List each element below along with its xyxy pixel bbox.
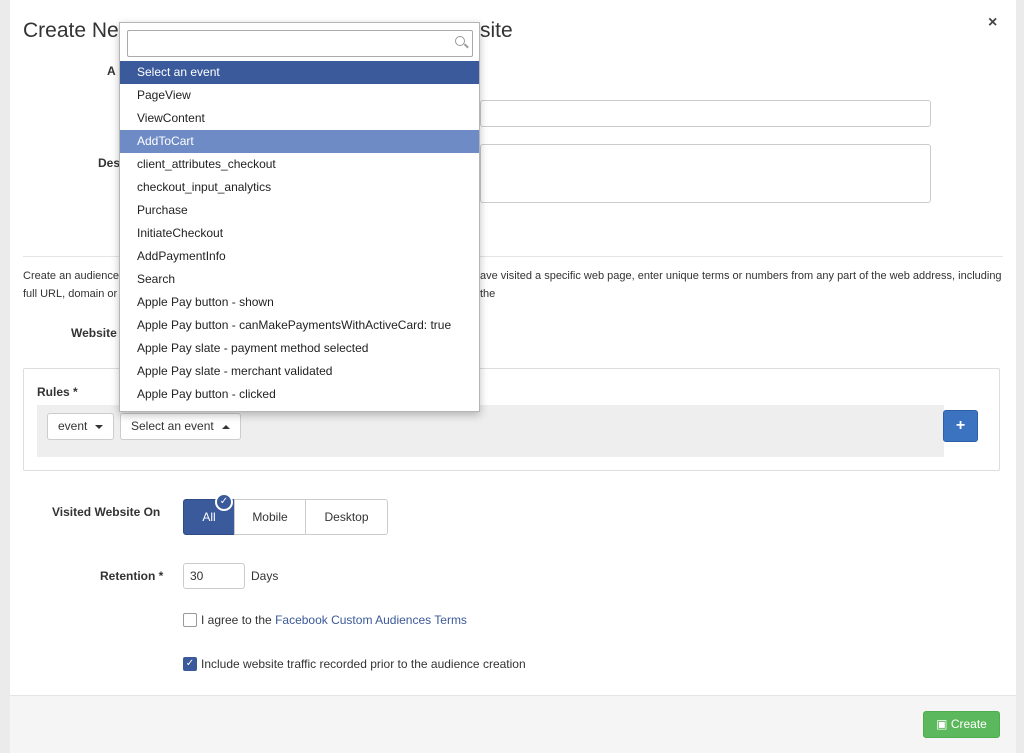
rules-label: Rules *: [37, 385, 78, 399]
event-option[interactable]: Apple Pay slate - payment method selecte…: [120, 337, 479, 360]
description-label: Des: [98, 156, 121, 170]
include-traffic-checkbox[interactable]: ✓: [183, 657, 197, 671]
event-option[interactable]: Apple Pay button - canMakePaymentsWithAc…: [120, 314, 479, 337]
event-option[interactable]: InitiateCheckout: [120, 222, 479, 245]
event-option[interactable]: PageView: [120, 84, 479, 107]
chevron-up-icon: [221, 424, 230, 429]
checkmark-icon: ✓: [215, 493, 233, 511]
modal-title-suffix: site: [480, 19, 513, 42]
create-button[interactable]: ▣ Create: [923, 711, 1000, 738]
event-type-label: event: [58, 419, 88, 433]
chevron-down-icon: [95, 424, 104, 429]
search-icon: [455, 36, 465, 46]
description-textarea[interactable]: [480, 144, 931, 203]
terms-link[interactable]: Facebook Custom Audiences Terms: [275, 613, 467, 627]
help-text-end: ave visited a specific web page, enter u…: [480, 270, 1002, 300]
modal-title: Create Ne: [23, 19, 119, 42]
event-option[interactable]: AddToCart: [120, 130, 479, 153]
add-rule-button[interactable]: +: [943, 410, 978, 442]
event-option[interactable]: checkout_input_analytics: [120, 176, 479, 199]
event-option[interactable]: Apple Pay slate - merchant validated: [120, 360, 479, 383]
audience-name-input[interactable]: [480, 100, 931, 127]
audience-name-label: A: [107, 64, 116, 78]
event-option[interactable]: AddPaymentInfo: [120, 245, 479, 268]
help-text-line2: full URL, domain or p: [23, 288, 127, 300]
event-option[interactable]: Apple Pay button - clicked: [120, 383, 479, 406]
event-option[interactable]: Search: [120, 268, 479, 291]
event-search-input[interactable]: [127, 30, 473, 57]
help-text-start: Create an audience: [23, 270, 120, 282]
modal-footer: ▣ Create: [10, 695, 1016, 753]
save-icon: ▣: [936, 717, 948, 731]
terms-checkbox[interactable]: [183, 613, 197, 627]
select-event-dropdown[interactable]: Select an event: [120, 413, 241, 440]
include-traffic-label: Include website traffic recorded prior t…: [201, 657, 526, 671]
event-option[interactable]: ViewContent: [120, 107, 479, 130]
segment-mobile[interactable]: Mobile: [234, 499, 306, 535]
retention-input[interactable]: 30: [183, 563, 245, 589]
visited-website-label: Visited Website On: [52, 505, 161, 519]
create-label: Create: [950, 717, 987, 731]
event-type-dropdown[interactable]: event: [47, 413, 115, 440]
close-icon[interactable]: ×: [988, 14, 997, 32]
select-event-label: Select an event: [131, 419, 214, 433]
terms-prefix: I agree to the: [201, 613, 276, 627]
event-option[interactable]: Apple Pay button - shown: [120, 291, 479, 314]
retention-label: Retention *: [100, 569, 164, 583]
event-option[interactable]: Purchase: [120, 199, 479, 222]
website-label: Website: [71, 326, 117, 340]
event-option[interactable]: client_attributes_checkout: [120, 153, 479, 176]
terms-text: I agree to the Facebook Custom Audiences…: [201, 613, 467, 627]
event-dropdown-menu: Select an event PageView ViewContent Add…: [119, 22, 480, 412]
segment-desktop[interactable]: Desktop: [305, 499, 388, 535]
event-option[interactable]: Select an event: [120, 61, 479, 84]
retention-unit: Days: [251, 569, 279, 583]
event-options-list: Select an event PageView ViewContent Add…: [120, 61, 479, 406]
